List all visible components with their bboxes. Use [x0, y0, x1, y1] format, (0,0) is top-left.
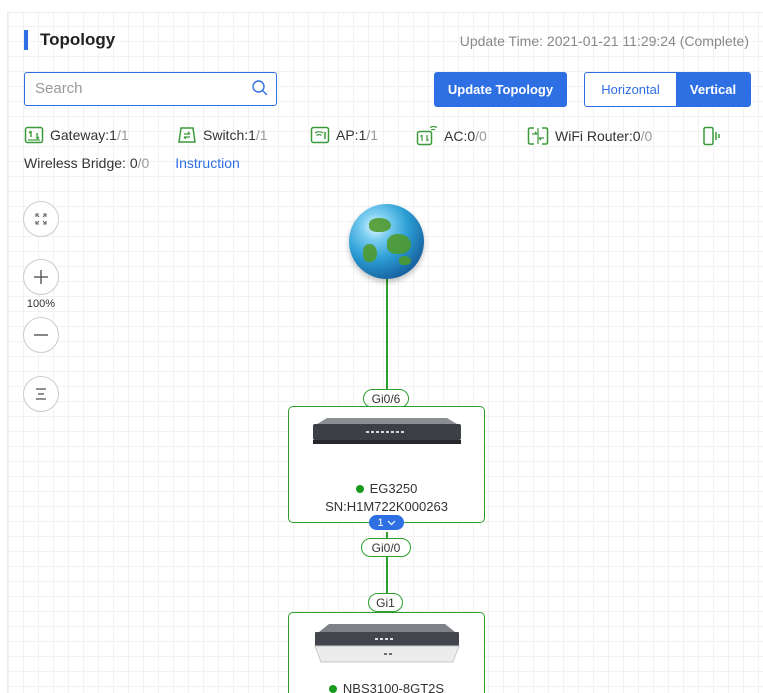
zoom-level: 100%	[26, 298, 56, 310]
plus-icon	[34, 270, 48, 284]
legend-ap-label: AP:	[336, 127, 359, 143]
search-icon[interactable]	[251, 79, 269, 102]
legend-wifi-router: WiFi Router: 0/0	[527, 126, 652, 146]
legend-wifi-router-count: 0	[632, 128, 641, 144]
legend-gateway-count: 1	[109, 127, 117, 143]
legend-switch-label: Switch:	[203, 127, 249, 143]
minus-icon	[34, 334, 48, 336]
legend-wireless-bridge-count: 0	[129, 155, 138, 171]
legend-ac-count: 0	[467, 128, 476, 144]
legend-wifi-router-label: WiFi Router:	[555, 128, 633, 144]
instruction-link[interactable]: Instruction	[175, 155, 240, 171]
layout-toggle[interactable]: Horizontal Vertical	[584, 72, 751, 107]
page-title: Topology	[40, 30, 116, 49]
internet-gateway-link	[386, 276, 388, 390]
switch-device-image	[313, 624, 460, 663]
horizontal-layout-button[interactable]: Horizontal	[585, 73, 676, 106]
gateway-name-text: EG3250	[369, 481, 418, 496]
legend-wireless-bridge-total: /0	[137, 155, 150, 171]
legend-row-2: Wireless Bridge: 0/0 Instruction	[24, 155, 240, 171]
legend-ac: AC: 0/0	[416, 126, 487, 146]
topology-canvas[interactable]	[7, 12, 763, 693]
legend-wireless-bridge-icon-wrap	[702, 126, 728, 146]
legend-wireless-bridge-label: Wireless Bridge:	[24, 155, 130, 171]
legend-switch-count: 1	[248, 127, 256, 143]
legend-ac-total: /0	[475, 128, 487, 144]
search-input[interactable]	[35, 73, 250, 103]
legend-wifi-router-total: /0	[640, 128, 653, 144]
switch-device-card[interactable]: NBS3100-8GT2S	[288, 612, 485, 693]
legend-gateway: Gateway: 1/1	[24, 126, 129, 144]
legend-ap-count: 1	[358, 127, 367, 143]
gateway-name: EG3250	[289, 481, 484, 496]
legend-ap-total: /1	[366, 127, 379, 143]
online-status-dot	[328, 684, 337, 693]
access-point-icon	[310, 126, 330, 144]
fullscreen-icon	[35, 213, 47, 225]
menu-icon	[36, 388, 46, 400]
switch-uplink-port[interactable]: Gi1	[368, 593, 403, 612]
gateway-icon	[24, 126, 44, 144]
gateway-switch-link	[386, 557, 388, 595]
list-view-button[interactable]	[23, 376, 59, 412]
legend-gateway-label: Gateway:	[50, 127, 110, 143]
legend-gateway-total: /1	[116, 127, 129, 143]
update-topology-button[interactable]: Update Topology	[434, 72, 567, 107]
legend-switch-total: /1	[255, 127, 268, 143]
downlink-count: 1	[377, 516, 384, 529]
internet-globe-icon[interactable]	[349, 204, 424, 279]
zoom-out-button[interactable]	[23, 317, 59, 353]
vertical-layout-button[interactable]: Vertical	[676, 73, 750, 106]
update-time: Update Time: 2021-01-21 11:29:24 (Comple…	[459, 33, 749, 49]
chevron-down-icon	[387, 520, 395, 525]
zoom-in-button[interactable]	[23, 259, 59, 295]
switch-name-text: NBS3100-8GT2S	[342, 681, 445, 693]
gateway-device-card[interactable]: EG3250 SN:H1M722K000263	[288, 406, 485, 523]
online-status-dot	[355, 484, 364, 493]
gateway-downlink-port[interactable]: Gi0/0	[361, 538, 411, 557]
search-box[interactable]	[24, 72, 277, 106]
legend-ac-label: AC:	[444, 128, 468, 144]
gateway-serial-number: SN:H1M722K000263	[325, 499, 448, 514]
switch-name: NBS3100-8GT2S	[289, 681, 484, 693]
fullscreen-button[interactable]	[23, 201, 59, 237]
switch-icon	[178, 127, 196, 143]
title-accent-bar	[24, 30, 28, 50]
wifi-router-icon	[527, 127, 549, 145]
legend-ap: AP: 1/1	[310, 126, 378, 144]
legend-switch: Switch: 1/1	[177, 126, 268, 144]
wireless-bridge-icon	[703, 126, 720, 146]
gateway-device-image	[312, 418, 461, 444]
downlink-count-badge[interactable]: 1	[369, 515, 404, 530]
access-controller-icon	[416, 126, 438, 146]
